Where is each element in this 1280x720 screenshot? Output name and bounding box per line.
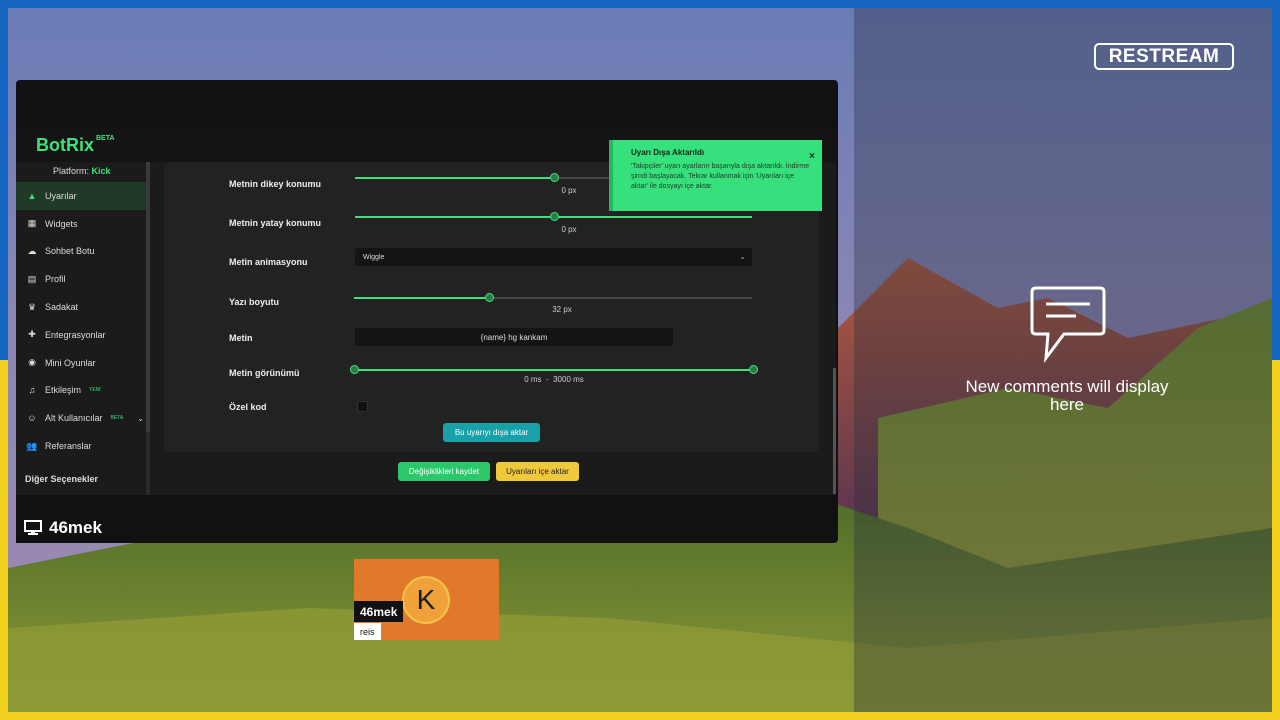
- animation-selected-value: Wiggle: [363, 253, 385, 261]
- horizontal-position-thumb[interactable]: [550, 212, 559, 221]
- kick-avatar: K: [402, 576, 450, 624]
- sidebar-item-profile[interactable]: ▤ Profil: [16, 265, 146, 293]
- id-card-icon: ▤: [27, 273, 37, 284]
- display-end-value: 3000 ms: [553, 375, 584, 384]
- sidebar-item-minigames[interactable]: ◉ Mini Oyunlar: [16, 349, 146, 377]
- new-badge: YENİ: [89, 387, 101, 394]
- camera-name-tag: 46mek: [354, 601, 404, 622]
- sidebar-item-label: Sadakat: [45, 302, 79, 313]
- sidebar-item-label: Entegrasyonlar: [45, 329, 106, 340]
- grid-icon: ▦: [27, 218, 37, 229]
- vertical-position-thumb[interactable]: [550, 173, 559, 182]
- cloud-icon: ☁: [27, 245, 37, 256]
- botrix-logo[interactable]: BotRix BETA: [36, 135, 115, 156]
- text-input[interactable]: {name} hg kankam: [355, 328, 673, 346]
- display-start-thumb[interactable]: [350, 365, 359, 374]
- logo-badge: BETA: [96, 135, 115, 142]
- font-size-label: Yazı boyutu: [229, 297, 280, 307]
- music-icon: ♫: [28, 385, 36, 396]
- sidebar-scrollbar-thumb[interactable]: [146, 162, 150, 432]
- export-alert-button[interactable]: Bu uyarıyı dışa aktar: [443, 423, 540, 442]
- comment-bubble-icon: [1030, 286, 1106, 364]
- beta-badge: BETA: [110, 415, 124, 422]
- restream-logo: RESTREAM: [1094, 43, 1234, 70]
- close-icon[interactable]: ×: [809, 151, 815, 162]
- display-duration-range[interactable]: [354, 369, 753, 371]
- font-size-value: 32 px: [552, 305, 572, 314]
- comments-empty-message: New comments will display here: [965, 377, 1169, 414]
- sidebar-item-referrals[interactable]: 👥 Referanslar: [16, 432, 146, 460]
- sidebar-item-label: Uyarılar: [45, 190, 77, 201]
- gamepad-icon: ◉: [28, 357, 36, 368]
- animation-label: Metin animasyonu: [229, 257, 308, 267]
- sidebar-item-label: Sohbet Botu: [45, 246, 95, 257]
- font-size-fill: [354, 297, 489, 299]
- platform-indicator: Platform: Kick: [53, 166, 111, 176]
- sidebar-item-loyalty[interactable]: ♛ Sadakat: [16, 293, 146, 321]
- sidebar-item-chatbot[interactable]: ☁ Sohbet Botu: [16, 238, 146, 266]
- vertical-position-value: 0 px: [561, 186, 577, 195]
- logo-text: BotRix: [36, 135, 94, 155]
- custom-code-checkbox[interactable]: [357, 401, 368, 412]
- trophy-icon: ♛: [27, 301, 37, 312]
- custom-code-label: Özel kod: [229, 402, 267, 412]
- warning-icon: ▲: [27, 190, 37, 201]
- horizontal-position-value: 0 px: [561, 225, 577, 234]
- display-separator: -: [545, 375, 549, 384]
- platform-label: Platform:: [53, 166, 90, 176]
- sidebar-item-widgets[interactable]: ▦ Widgets: [16, 210, 146, 238]
- stream-name-tag: 46mek: [16, 512, 118, 543]
- stream-name: 46mek: [49, 517, 102, 537]
- puzzle-icon: ✚: [28, 329, 36, 340]
- app-scrollbar-thumb[interactable]: [833, 368, 836, 494]
- sidebar-item-interaction[interactable]: ♫ Etkileşim YENİ: [16, 377, 146, 405]
- export-toast: Uyarı Dışa Aktarıldı 'Takipçiler' uyarı …: [609, 140, 822, 211]
- sidebar-item-subusers[interactable]: ☺ Alt Kullanıcılar BETA ⌄: [16, 404, 146, 432]
- import-alerts-button[interactable]: Uyarıları içe aktar: [496, 462, 579, 481]
- camera-subtitle: reis: [354, 623, 381, 640]
- animation-select[interactable]: Wiggle ⌄: [355, 248, 752, 266]
- toast-title: Uyarı Dışa Aktarıldı: [631, 148, 705, 157]
- people-icon: 👥: [26, 440, 38, 451]
- text-label: Metin: [229, 333, 253, 343]
- display-duration-label: Metin görünümü: [229, 368, 300, 378]
- vertical-position-label: Metnin dikey konumu: [229, 179, 322, 189]
- toast-body: 'Takipçiler' uyarı ayarların başarıyla d…: [631, 163, 810, 190]
- monitor-icon: [24, 519, 42, 535]
- chevron-down-icon: ⌄: [739, 252, 746, 261]
- platform-value: Kick: [91, 166, 111, 176]
- sidebar-item-label: Profil: [45, 274, 66, 285]
- sidebar: ▲ Uyarılar ▦ Widgets ☁ Sohbet Botu ▤ Profil …: [16, 182, 146, 460]
- users-icon: ☺: [27, 413, 37, 424]
- sidebar-item-label: Mini Oyunlar: [45, 357, 96, 368]
- sidebar-item-label: Referanslar: [45, 441, 92, 452]
- vertical-position-fill: [355, 177, 554, 179]
- other-options[interactable]: Diğer Seçenekler: [25, 474, 98, 484]
- display-duration-value: 0 ms - 3000 ms: [504, 375, 604, 384]
- font-size-thumb[interactable]: [485, 293, 494, 302]
- horizontal-position-label: Metnin yatay konumu: [229, 218, 322, 228]
- sidebar-item-integrations[interactable]: ✚ Entegrasyonlar: [16, 321, 146, 349]
- save-changes-button[interactable]: Değişiklikleri kaydet: [398, 462, 490, 481]
- avatar-letter: K: [416, 584, 436, 615]
- sidebar-item-label: Etkileşim: [45, 385, 82, 396]
- chevron-down-icon[interactable]: ⌄: [137, 414, 144, 423]
- display-end-thumb[interactable]: [749, 365, 758, 374]
- sidebar-item-label: Widgets: [45, 218, 78, 229]
- display-start-value: 0 ms: [524, 375, 542, 384]
- sidebar-item-alerts[interactable]: ▲ Uyarılar: [16, 182, 146, 210]
- sidebar-item-label: Alt Kullanıcılar: [45, 413, 103, 424]
